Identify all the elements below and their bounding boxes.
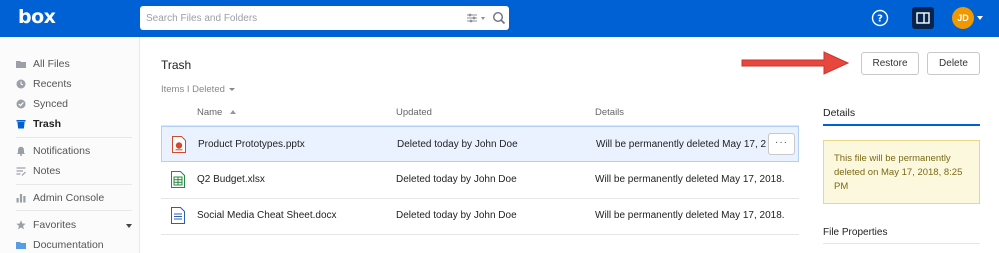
sidebar-item-label: Admin Console bbox=[33, 192, 105, 204]
box-logo[interactable]: box bbox=[18, 6, 56, 28]
sort-ascending-icon bbox=[230, 110, 237, 115]
more-options-button[interactable]: ··· bbox=[768, 133, 795, 155]
search-icon[interactable] bbox=[492, 11, 506, 25]
sidebar-item-label: All Files bbox=[33, 58, 70, 70]
sidebar-toggle-button[interactable] bbox=[912, 7, 934, 29]
sidebar-item-favorites[interactable]: Favorites bbox=[16, 217, 76, 233]
red-arrow-icon bbox=[741, 51, 850, 75]
table-row[interactable]: Product Prototypes.pptx Deleted today by… bbox=[161, 126, 799, 162]
file-properties-heading[interactable]: File Properties bbox=[823, 227, 887, 238]
file-updated: Deleted today by John Doe bbox=[397, 139, 518, 150]
sidebar-item-label: Notes bbox=[33, 165, 61, 177]
file-updated: Deleted today by John Doe bbox=[396, 210, 517, 221]
column-header-label: Name bbox=[197, 107, 223, 118]
items-filter-dropdown[interactable]: Items I Deleted bbox=[161, 84, 235, 95]
active-tab-indicator bbox=[823, 124, 980, 126]
file-details: Will be permanently deleted May 17, 2018… bbox=[595, 210, 785, 221]
folder-icon bbox=[16, 242, 26, 249]
page-title: Trash bbox=[161, 58, 192, 72]
chevron-down-icon bbox=[228, 87, 235, 91]
check-circle-icon bbox=[16, 99, 26, 109]
help-icon[interactable]: ? bbox=[871, 9, 889, 27]
delete-button[interactable]: Delete bbox=[927, 52, 980, 75]
search-box[interactable] bbox=[140, 6, 509, 30]
sidebar-item-trash[interactable]: Trash bbox=[16, 116, 61, 132]
panel-toggle-icon bbox=[916, 12, 930, 24]
panel-divider bbox=[823, 243, 980, 244]
sidebar-item-documentation[interactable]: Documentation bbox=[16, 237, 104, 253]
column-header-details[interactable]: Details bbox=[595, 107, 624, 118]
trash-icon bbox=[16, 120, 26, 129]
items-filter-label: Items I Deleted bbox=[161, 84, 225, 95]
sidebar-item-label: Notifications bbox=[33, 145, 91, 157]
bar-chart-icon bbox=[16, 194, 26, 203]
file-name[interactable]: Product Prototypes.pptx bbox=[198, 139, 388, 150]
sidebar-item-all-files[interactable]: All Files bbox=[16, 56, 70, 72]
clock-icon bbox=[16, 79, 26, 89]
table-row[interactable]: Social Media Cheat Sheet.docx Deleted to… bbox=[161, 198, 799, 234]
sidebar-divider bbox=[16, 184, 132, 185]
xlsx-file-icon bbox=[171, 171, 185, 188]
file-details: Will be permanently deleted May 17, 2018… bbox=[595, 174, 785, 185]
sidebar-item-label: Favorites bbox=[33, 219, 77, 231]
search-input[interactable] bbox=[140, 6, 460, 30]
restore-button[interactable]: Restore bbox=[861, 52, 919, 75]
sidebar-item-label: Synced bbox=[33, 98, 69, 110]
sidebar-item-synced[interactable]: Synced bbox=[16, 96, 68, 112]
table-row[interactable]: Q2 Budget.xlsx Deleted today by John Doe… bbox=[161, 162, 799, 198]
pptx-file-icon bbox=[172, 136, 186, 153]
folder-icon bbox=[16, 61, 26, 68]
deletion-notice: This file will be permanently deleted on… bbox=[823, 140, 980, 204]
file-details: Will be permanently deleted May 17, 20 bbox=[596, 139, 766, 150]
sidebar-divider bbox=[16, 210, 132, 211]
file-name[interactable]: Social Media Cheat Sheet.docx bbox=[197, 210, 387, 221]
row-divider bbox=[161, 234, 799, 235]
favorites-expand-caret[interactable] bbox=[126, 224, 132, 228]
sidebar-item-recents[interactable]: Recents bbox=[16, 76, 72, 92]
sidebar-item-label: Documentation bbox=[33, 239, 104, 251]
sidebar-item-label: Recents bbox=[33, 78, 72, 90]
svg-text:?: ? bbox=[877, 14, 883, 25]
sidebar-item-admin-console[interactable]: Admin Console bbox=[16, 190, 104, 206]
column-header-updated[interactable]: Updated bbox=[396, 107, 432, 118]
star-icon bbox=[16, 220, 26, 230]
notes-icon bbox=[16, 167, 26, 176]
file-updated: Deleted today by John Doe bbox=[396, 174, 517, 185]
sidebar-divider bbox=[16, 137, 132, 138]
top-bar: box ? JD bbox=[0, 0, 999, 37]
avatar-dropdown-caret[interactable] bbox=[977, 16, 983, 20]
docx-file-icon bbox=[171, 207, 185, 224]
sidebar-item-notifications[interactable]: Notifications bbox=[16, 143, 90, 159]
sidebar-item-label: Trash bbox=[33, 118, 62, 130]
bell-icon bbox=[16, 146, 26, 156]
sidebar-item-notes[interactable]: Notes bbox=[16, 163, 60, 179]
tab-details[interactable]: Details bbox=[823, 107, 855, 119]
file-name[interactable]: Q2 Budget.xlsx bbox=[197, 174, 387, 185]
column-header-name[interactable]: Name bbox=[197, 107, 237, 118]
filter-options-icon[interactable] bbox=[466, 12, 488, 24]
user-avatar[interactable]: JD bbox=[952, 7, 974, 29]
